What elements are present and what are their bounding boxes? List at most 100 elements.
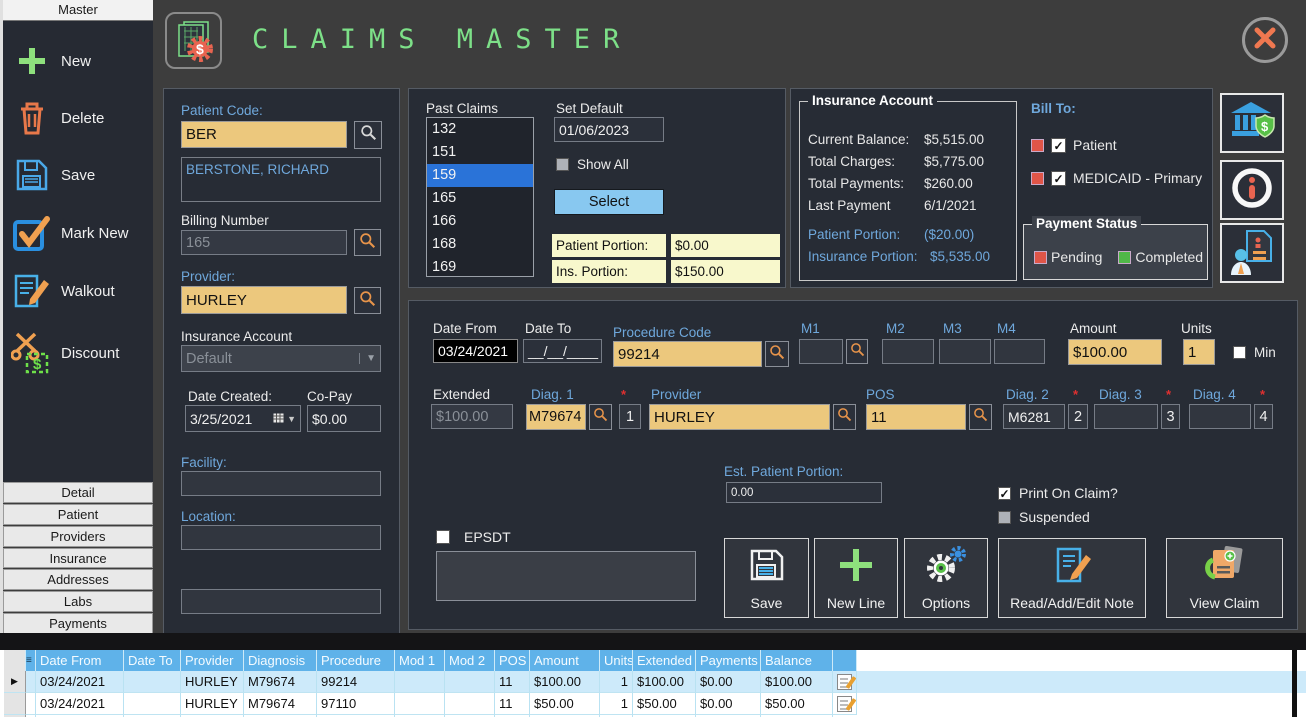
units-input[interactable]: 1 [1183,339,1215,365]
show-all-checkbox[interactable] [556,158,569,171]
delete-button[interactable]: Delete [3,95,153,141]
grid-cell[interactable]: $50.00 [633,693,696,715]
diag3-input[interactable] [1094,404,1158,429]
copay-input[interactable]: $0.00 [307,405,381,432]
date-from-input[interactable]: 03/24/2021 [433,339,518,363]
diag4-pointer-input[interactable]: 4 [1254,404,1273,429]
grid-cell[interactable]: HURLEY [181,671,244,693]
m3-input[interactable] [939,339,991,364]
procedure-code-search-button[interactable] [765,341,789,367]
past-claims-list[interactable]: 132151159165166168169 [426,117,534,277]
save-line-button[interactable]: Save [724,538,809,618]
grid-column-header[interactable]: POS [495,650,530,671]
grid-cell[interactable] [445,671,495,693]
options-button[interactable]: Options [904,538,988,618]
extra-input[interactable] [181,589,381,614]
sidebar-tab-addresses[interactable]: Addresses [3,569,153,590]
grid-cell[interactable]: HURLEY [181,693,244,715]
facility-input[interactable] [181,471,381,496]
grid-cell[interactable]: $100.00 [530,671,600,693]
past-claim-item[interactable]: 132 [427,118,533,141]
past-claim-item[interactable]: 159 [427,164,533,187]
patient-info-button[interactable] [1220,223,1284,283]
sidebar-tab-providers[interactable]: Providers [3,526,153,547]
sidebar-tab-patient[interactable]: Patient [3,504,153,525]
grid-column-header[interactable]: Diagnosis [244,650,317,671]
select-button[interactable]: Select [554,189,664,215]
billing-number-search-button[interactable] [354,229,381,256]
grid-cell[interactable]: 1 [600,693,633,715]
grid-column-header[interactable]: Date From [36,650,124,671]
new-line-button[interactable]: New Line [814,538,898,618]
m2-input[interactable] [882,339,934,364]
billing-number-input[interactable]: 165 [181,230,347,255]
grid-cell[interactable]: $100.00 [633,671,696,693]
amount-input[interactable]: $100.00 [1068,339,1162,365]
grid-column-header[interactable]: Provider [181,650,244,671]
close-button[interactable] [1242,17,1288,63]
grid-note-cell[interactable] [833,693,857,715]
grid-cell[interactable]: 03/24/2021 [36,671,124,693]
grid-cell[interactable]: 1 [600,671,633,693]
past-claim-item[interactable]: 165 [427,187,533,210]
suspended-checkbox[interactable] [998,511,1011,524]
pos-search-button[interactable] [969,404,992,430]
grid-row-selector[interactable] [4,693,26,715]
grid-cell[interactable] [445,693,495,715]
print-on-claim-checkbox[interactable]: ✓ [998,487,1011,500]
grid-column-header[interactable]: Extended [633,650,696,671]
date-to-input[interactable]: __/__/____ [523,339,602,363]
diag2-input[interactable]: M6281 [1003,404,1065,429]
discount-button[interactable]: $ Discount [3,326,153,380]
grid-cell[interactable]: M79674 [244,693,317,715]
grid-column-header[interactable]: Mod 2 [445,650,495,671]
ins-portion-value[interactable]: $150.00 [671,260,780,283]
grid-note-cell[interactable] [833,671,857,693]
set-default-input[interactable]: 01/06/2023 [554,117,664,142]
epsdt-note-textarea[interactable] [436,551,696,601]
info-button[interactable] [1220,160,1284,220]
table-row[interactable]: ▶03/24/2021HURLEYM796749921411$100.001$1… [4,671,1306,693]
diag2-pointer-input[interactable]: 2 [1068,404,1088,429]
insurance-account-dropdown[interactable]: Default ▼ [181,345,381,372]
pos-input[interactable]: 11 [866,404,966,430]
past-claim-item[interactable]: 168 [427,233,533,256]
sidebar-tab-labs[interactable]: Labs [3,591,153,612]
grid-cell[interactable]: 99214 [317,671,395,693]
m4-input[interactable] [994,339,1045,364]
grid-cell[interactable]: $0.00 [696,693,761,715]
insurance-bank-button[interactable]: $ [1220,93,1284,153]
grid-cell[interactable] [395,693,445,715]
min-checkbox[interactable] [1233,346,1246,359]
grid-column-header[interactable]: Amount [530,650,600,671]
diag1-pointer-input[interactable]: 1 [619,404,641,429]
past-claim-item[interactable]: 169 [427,256,533,277]
mark-new-button[interactable]: Mark New [3,210,153,256]
date-created-input[interactable]: 3/25/2021 ▼ [185,405,301,432]
grid-cell[interactable]: 03/24/2021 [36,693,124,715]
past-claim-item[interactable]: 151 [427,141,533,164]
procedure-code-input[interactable]: 99214 [613,341,762,367]
edit-note-icon[interactable] [837,696,852,712]
grid-cell[interactable] [124,671,181,693]
tab-master[interactable]: Master [3,0,153,21]
grid-row-selector[interactable]: ▶ [4,671,26,693]
location-input[interactable] [181,525,381,550]
patient-portion-value[interactable]: $0.00 [671,234,780,257]
chevron-down-icon[interactable]: ▼ [287,414,296,424]
grid-column-header[interactable]: Date To [124,650,181,671]
new-button[interactable]: New [3,38,153,84]
grid-cell[interactable]: 11 [495,693,530,715]
grid-cell[interactable]: 11 [495,671,530,693]
epsdt-checkbox[interactable] [436,530,450,544]
patient-code-input[interactable]: BER [181,121,347,148]
grid-cell[interactable] [124,693,181,715]
extended-input[interactable]: $100.00 [431,404,513,429]
provider-input[interactable]: HURLEY [181,286,347,314]
provider-detail-search-button[interactable] [833,404,856,430]
grid-column-header[interactable]: Balance [761,650,833,671]
save-button-sidebar[interactable]: Save [3,152,153,198]
grid-column-header[interactable]: Procedure [317,650,395,671]
grid-column-header[interactable]: Payments [696,650,761,671]
grid-column-header[interactable]: Units [600,650,633,671]
